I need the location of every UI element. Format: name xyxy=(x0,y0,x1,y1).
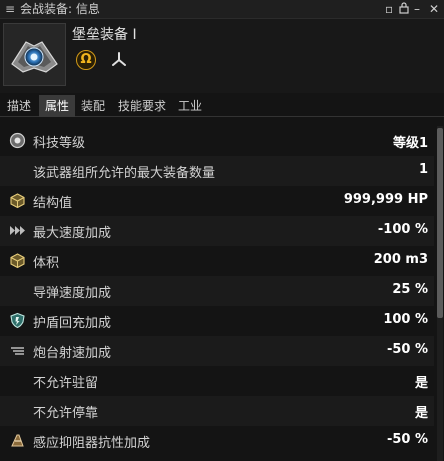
attribute-row[interactable]: 导弹速度加成 25 % xyxy=(0,276,434,306)
attribute-label: 科技等级 xyxy=(33,136,86,151)
attribute-label: 炮台射速加成 xyxy=(33,346,112,361)
attribute-row[interactable]: 该武器组所允许的最大装备数量 1 xyxy=(0,156,434,186)
scrollbar-thumb[interactable] xyxy=(437,128,443,318)
attribute-row[interactable]: 最大速度加成 -100 % xyxy=(0,216,434,246)
attribute-label: 护盾回充加成 xyxy=(33,316,112,331)
item-name: 堡垒装备 I xyxy=(72,27,137,43)
tab-bar: 描述 属性 装配 技能要求 工业 xyxy=(0,95,444,117)
item-header xyxy=(0,19,444,93)
tab-fitting[interactable]: 装配 xyxy=(78,95,108,117)
attribute-row[interactable]: 结构值 999,999 HP xyxy=(0,186,434,216)
attribute-value: 是 xyxy=(414,406,428,421)
triskelion-icon xyxy=(110,51,128,69)
volume-icon xyxy=(9,252,26,269)
attribute-value: 等级1 xyxy=(392,136,428,151)
tab-attributes[interactable]: 属性 xyxy=(39,95,75,117)
hamburger-icon[interactable]: ≡ xyxy=(5,3,15,15)
tab-description[interactable]: 描述 xyxy=(4,95,34,117)
tech-level-icon xyxy=(9,132,26,149)
shield-recharge-icon xyxy=(9,312,26,329)
close-icon[interactable]: ✕ xyxy=(429,2,439,16)
attribute-value: 100 % xyxy=(383,312,428,327)
window-titlebar: ≡ 会战装备: 信息 ▫ – ✕ xyxy=(0,0,444,19)
minimize-icon[interactable]: ▫ xyxy=(385,2,393,16)
attribute-row[interactable]: 护盾回充加成 100 % xyxy=(0,306,434,336)
attribute-label: 体积 xyxy=(33,256,60,271)
attribute-row[interactable]: 炮台射速加成 -50 % xyxy=(0,336,434,366)
omega-badge: Ω xyxy=(76,50,96,70)
tab-industry[interactable]: 工业 xyxy=(175,95,205,117)
attribute-label: 结构值 xyxy=(33,196,73,211)
attribute-label: 导弹速度加成 xyxy=(33,286,112,301)
attribute-row[interactable]: 体积 200 m3 xyxy=(0,246,434,276)
attribute-row[interactable]: 科技等级 等级1 xyxy=(0,126,434,156)
window-title: 会战装备: 信息 xyxy=(20,2,100,16)
attribute-value: -50 % xyxy=(386,432,428,447)
attribute-label: 不允许驻留 xyxy=(33,376,99,391)
attribute-value: 1 xyxy=(418,162,428,177)
attribute-label: 该武器组所允许的最大装备数量 xyxy=(33,166,216,181)
attribute-label: 不允许停靠 xyxy=(33,406,99,421)
turret-rof-icon xyxy=(9,342,26,359)
attribute-row[interactable]: 感应抑阻器抗性加成 -50 % xyxy=(0,426,434,456)
attribute-value: -100 % xyxy=(377,222,428,237)
attribute-value: -50 % xyxy=(386,342,428,357)
speed-icon xyxy=(9,222,26,239)
pin-icon[interactable]: – xyxy=(414,2,420,16)
structure-icon xyxy=(9,192,26,209)
lock-icon[interactable] xyxy=(399,2,409,17)
attribute-label: 最大速度加成 xyxy=(33,226,112,241)
attribute-label: 感应抑阻器抗性加成 xyxy=(33,436,151,451)
item-thumbnail[interactable] xyxy=(3,23,66,86)
attribute-value: 200 m3 xyxy=(373,252,428,267)
attribute-value: 是 xyxy=(414,376,428,391)
attribute-row[interactable]: 不允许停靠 是 xyxy=(0,396,434,426)
attribute-value: 25 % xyxy=(392,282,428,297)
attribute-value: 999,999 HP xyxy=(343,192,428,207)
tab-skill-requirements[interactable]: 技能要求 xyxy=(115,95,169,117)
attribute-row[interactable]: 不允许驻留 是 xyxy=(0,366,434,396)
sensor-dampener-icon xyxy=(9,432,26,449)
